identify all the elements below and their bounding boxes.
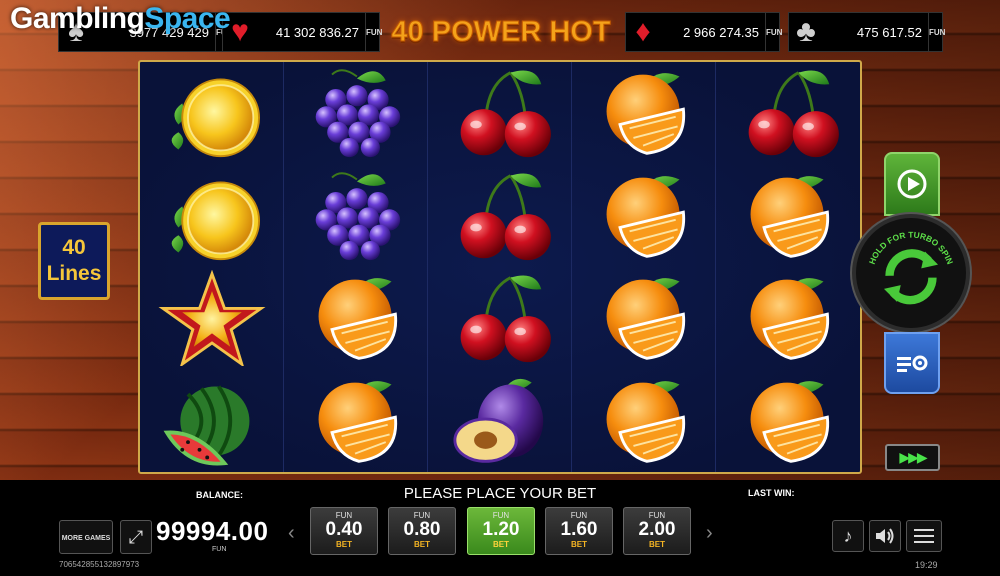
orange-icon xyxy=(604,379,685,463)
grapes-icon xyxy=(314,172,401,261)
reel-3 xyxy=(428,62,572,472)
status-message: PLEASE PLACE YOUR BET xyxy=(403,485,597,502)
round-id: 706542855132897973 xyxy=(59,560,140,569)
orange-icon xyxy=(749,174,830,258)
watermelon-icon xyxy=(164,384,251,466)
sound-button[interactable] xyxy=(869,520,901,552)
turbo-button[interactable]: ▶▶▶ xyxy=(885,444,940,471)
settings-button[interactable] xyxy=(884,332,940,394)
bet-option[interactable]: FUN 1.60 BET xyxy=(545,507,613,555)
hamburger-icon xyxy=(914,529,934,531)
orange-icon xyxy=(749,276,830,361)
game-title: 40 POWER HOT xyxy=(391,16,611,49)
jackpot-value: 475 617.52 xyxy=(856,24,922,40)
jackpot-value: 2 966 274.35 xyxy=(683,24,759,40)
speaker-icon xyxy=(876,528,894,544)
settings-icon xyxy=(897,355,928,372)
reel-5 xyxy=(716,62,860,472)
lines-label: Lines xyxy=(46,262,102,285)
cherries-icon xyxy=(458,69,552,159)
last-win-label: LAST WIN: xyxy=(748,488,795,498)
spin-label: HOLD FOR TURBO SPIN xyxy=(867,230,955,266)
cherries-icon xyxy=(458,274,552,364)
cherries-icon xyxy=(747,69,841,159)
grapes-icon xyxy=(314,69,401,159)
star-icon xyxy=(161,272,262,366)
more-games-label: MORE GAMES xyxy=(61,535,111,542)
music-button[interactable]: ♪ xyxy=(832,520,864,552)
lemon-icon xyxy=(170,78,260,158)
jackpot-fun-label: FUN xyxy=(928,13,945,51)
fullscreen-icon: ⤢ xyxy=(128,526,144,547)
autoplay-icon xyxy=(897,169,927,199)
bet-option[interactable]: FUN 0.80 BET xyxy=(388,507,456,555)
balance-value: 99994.00 xyxy=(156,516,269,546)
site-logo: GamblingSpace xyxy=(10,2,231,35)
orange-icon xyxy=(604,71,685,156)
svg-text:HOLD FOR TURBO SPIN: HOLD FOR TURBO SPIN xyxy=(867,230,955,266)
orange-icon xyxy=(316,379,397,463)
orange-icon xyxy=(604,174,685,258)
bet-option-selected[interactable]: FUN 1.20 BET xyxy=(467,507,535,555)
jackpot-fun-label: FUN xyxy=(365,13,382,51)
music-icon: ♪ xyxy=(843,525,853,546)
orange-icon xyxy=(749,379,830,463)
more-games-button[interactable]: MORE GAMES xyxy=(59,520,113,554)
bet-prev-arrow[interactable]: ‹ xyxy=(288,522,295,545)
jackpot-fun-label: FUN xyxy=(765,13,782,51)
lines-badge: 40 Lines xyxy=(38,222,110,300)
bet-next-arrow[interactable]: › xyxy=(706,522,713,545)
spin-button[interactable]: HOLD FOR TURBO SPIN xyxy=(852,214,970,332)
spin-icon: HOLD FOR TURBO SPIN xyxy=(867,230,955,305)
balance-label: BALANCE: xyxy=(196,490,243,500)
reel-1 xyxy=(140,62,284,472)
jackpot-club: ♣ 475 617.52 FUN xyxy=(788,12,945,52)
jackpot-diamond: ♦ 2 966 274.35 FUN xyxy=(625,12,782,52)
lemon-icon xyxy=(170,181,260,260)
menu-button[interactable] xyxy=(906,520,942,552)
bottom-bar: BALANCE: PLEASE PLACE YOUR BET LAST WIN:… xyxy=(0,480,1000,576)
turbo-icon: ▶▶▶ xyxy=(899,449,927,465)
diamond-icon: ♦ xyxy=(635,15,651,48)
autoplay-button[interactable] xyxy=(884,152,940,216)
reels-frame xyxy=(138,60,862,474)
bet-option[interactable]: FUN 0.40 BET xyxy=(310,507,378,555)
lines-count: 40 xyxy=(62,236,86,259)
club-icon: ♣ xyxy=(796,15,816,48)
bet-option[interactable]: FUN 2.00 BET xyxy=(623,507,691,555)
orange-icon xyxy=(604,276,685,361)
jackpot-value: 41 302 836.27 xyxy=(275,24,359,40)
reel-4 xyxy=(572,62,716,472)
reel-2 xyxy=(284,62,428,472)
plum-icon xyxy=(452,377,545,463)
orange-icon xyxy=(316,276,397,361)
clock: 19:29 xyxy=(915,560,938,570)
balance-currency: FUN xyxy=(212,546,227,553)
jackpot-heart: ♥ 41 302 836.27 FUN xyxy=(222,12,382,52)
fullscreen-button[interactable]: ⤢ xyxy=(120,520,152,554)
cherries-icon xyxy=(458,171,552,262)
